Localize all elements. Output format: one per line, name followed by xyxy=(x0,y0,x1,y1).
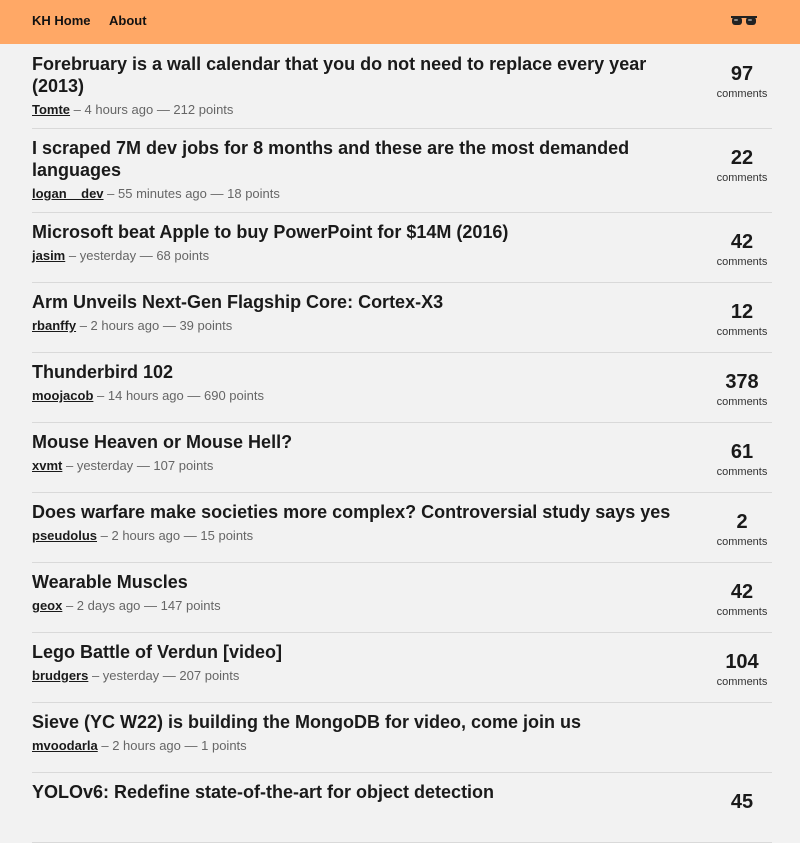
comments-count: 2 xyxy=(736,511,748,533)
comments-count: 104 xyxy=(725,651,759,673)
story-time: – 2 days ago xyxy=(65,598,141,613)
story-list: Forebruary is a wall calendar that you d… xyxy=(32,45,772,843)
story-time: – 55 minutes ago xyxy=(107,186,207,201)
story-time: – yesterday xyxy=(91,668,160,683)
story-meta: geox – 2 days ago — 147 points xyxy=(32,598,772,614)
comments-label: comments xyxy=(716,88,768,100)
comments-link[interactable]: 104 comments xyxy=(712,651,772,689)
story-meta: pseudolus – 2 hours ago — 15 points xyxy=(32,528,772,544)
comments-count: 42 xyxy=(730,581,754,603)
story-points: — 690 points xyxy=(187,388,264,403)
story-user-link[interactable]: mvoodarla xyxy=(32,738,98,753)
story-time: – yesterday xyxy=(65,458,134,473)
comments-link[interactable]: 12 comments xyxy=(712,301,772,339)
story-user-link[interactable]: moojacob xyxy=(32,388,93,403)
story-user-link[interactable]: geox xyxy=(32,598,62,613)
story-meta: logan__dev – 55 minutes ago — 18 points xyxy=(32,186,772,202)
top-nav-bar: KH Home About xyxy=(0,0,800,44)
story-user-link[interactable]: rbanffy xyxy=(32,318,76,333)
story-user-link[interactable]: pseudolus xyxy=(32,528,97,543)
comments-link[interactable]: 2 comments xyxy=(712,511,772,549)
story-points: — 1 points xyxy=(184,738,247,753)
story-item: Forebruary is a wall calendar that you d… xyxy=(32,45,772,129)
comments-link[interactable]: 42 comments xyxy=(712,231,772,269)
story-points: — 107 points xyxy=(136,458,214,473)
story-meta: rbanffy – 2 hours ago — 39 points xyxy=(32,318,772,334)
comments-link[interactable]: 45 xyxy=(712,791,772,813)
story-user-link[interactable]: xvmt xyxy=(32,458,62,473)
story-time: – 14 hours ago xyxy=(97,388,184,403)
story-time: – 2 hours ago xyxy=(100,528,181,543)
glasses-icon[interactable] xyxy=(730,13,758,29)
story-item: YOLOv6: Redefine state-of-the-art for ob… xyxy=(32,773,772,843)
story-item: Microsoft beat Apple to buy PowerPoint f… xyxy=(32,213,772,283)
story-user-link[interactable]: Tomte xyxy=(32,102,70,117)
story-meta: mvoodarla – 2 hours ago — 1 points xyxy=(32,738,772,754)
story-item: I scraped 7M dev jobs for 8 months and t… xyxy=(32,129,772,213)
comments-label: comments xyxy=(716,466,768,478)
comments-count: 45 xyxy=(730,791,754,813)
story-title-link[interactable]: Thunderbird 102 xyxy=(32,361,672,383)
story-meta: jasim – yesterday — 68 points xyxy=(32,248,772,264)
story-title-link[interactable]: Mouse Heaven or Mouse Hell? xyxy=(32,431,672,453)
comments-label: comments xyxy=(716,396,768,408)
story-title-link[interactable]: Wearable Muscles xyxy=(32,571,672,593)
comments-link[interactable]: 378 comments xyxy=(712,371,772,409)
comments-count: 61 xyxy=(730,441,754,463)
comments-label: comments xyxy=(716,676,768,688)
story-user-link[interactable]: logan__dev xyxy=(32,186,104,201)
story-time: – 2 hours ago xyxy=(101,738,181,753)
comments-label: comments xyxy=(716,536,768,548)
story-points: — 68 points xyxy=(139,248,210,263)
comments-count: 378 xyxy=(725,371,759,393)
nav-about-link[interactable]: About xyxy=(109,13,147,28)
story-item: Lego Battle of Verdun [video] brudgers –… xyxy=(32,633,772,703)
story-user-link[interactable]: brudgers xyxy=(32,668,88,683)
story-points: — 39 points xyxy=(162,318,233,333)
comments-count: 97 xyxy=(730,63,754,85)
story-item: Thunderbird 102 moojacob – 14 hours ago … xyxy=(32,353,772,423)
story-title-link[interactable]: Arm Unveils Next-Gen Flagship Core: Cort… xyxy=(32,291,672,313)
story-time: – yesterday xyxy=(68,248,137,263)
comments-label: comments xyxy=(716,606,768,618)
story-time: – 4 hours ago xyxy=(73,102,154,117)
story-title-link[interactable]: Lego Battle of Verdun [video] xyxy=(32,641,672,663)
comments-link[interactable]: 97 comments xyxy=(712,63,772,101)
story-title-link[interactable]: Sieve (YC W22) is building the MongoDB f… xyxy=(32,711,672,733)
story-meta: moojacob – 14 hours ago — 690 points xyxy=(32,388,772,404)
story-title-link[interactable]: Forebruary is a wall calendar that you d… xyxy=(32,53,672,97)
nav-home-link[interactable]: KH Home xyxy=(32,13,91,28)
comments-link[interactable]: 22 comments xyxy=(712,147,772,185)
comments-label: comments xyxy=(716,172,768,184)
story-item: Sieve (YC W22) is building the MongoDB f… xyxy=(32,703,772,773)
story-item: Arm Unveils Next-Gen Flagship Core: Cort… xyxy=(32,283,772,353)
story-meta: xvmt – yesterday — 107 points xyxy=(32,458,772,474)
story-user-link[interactable]: jasim xyxy=(32,248,65,263)
comments-link[interactable]: 42 comments xyxy=(712,581,772,619)
story-points: — 18 points xyxy=(210,186,280,201)
story-title-link[interactable]: I scraped 7M dev jobs for 8 months and t… xyxy=(32,137,672,181)
story-points: — 207 points xyxy=(162,668,240,683)
story-points: — 147 points xyxy=(144,598,221,613)
story-time: – 2 hours ago xyxy=(79,318,160,333)
comments-label: comments xyxy=(716,326,768,338)
story-title-link[interactable]: Does warfare make societies more complex… xyxy=(32,501,672,523)
story-item: Does warfare make societies more complex… xyxy=(32,493,772,563)
story-item: Wearable Muscles geox – 2 days ago — 147… xyxy=(32,563,772,633)
story-meta: brudgers – yesterday — 207 points xyxy=(32,668,772,684)
comments-count: 22 xyxy=(730,147,754,169)
story-item: Mouse Heaven or Mouse Hell? xvmt – yeste… xyxy=(32,423,772,493)
comments-link[interactable]: 61 comments xyxy=(712,441,772,479)
comments-count: 12 xyxy=(730,301,754,323)
story-points: — 15 points xyxy=(183,528,254,543)
story-meta: Tomte – 4 hours ago — 212 points xyxy=(32,102,772,118)
comments-count: 42 xyxy=(730,231,754,253)
comments-label: comments xyxy=(716,256,768,268)
story-title-link[interactable]: Microsoft beat Apple to buy PowerPoint f… xyxy=(32,221,672,243)
story-points: — 212 points xyxy=(156,102,234,117)
